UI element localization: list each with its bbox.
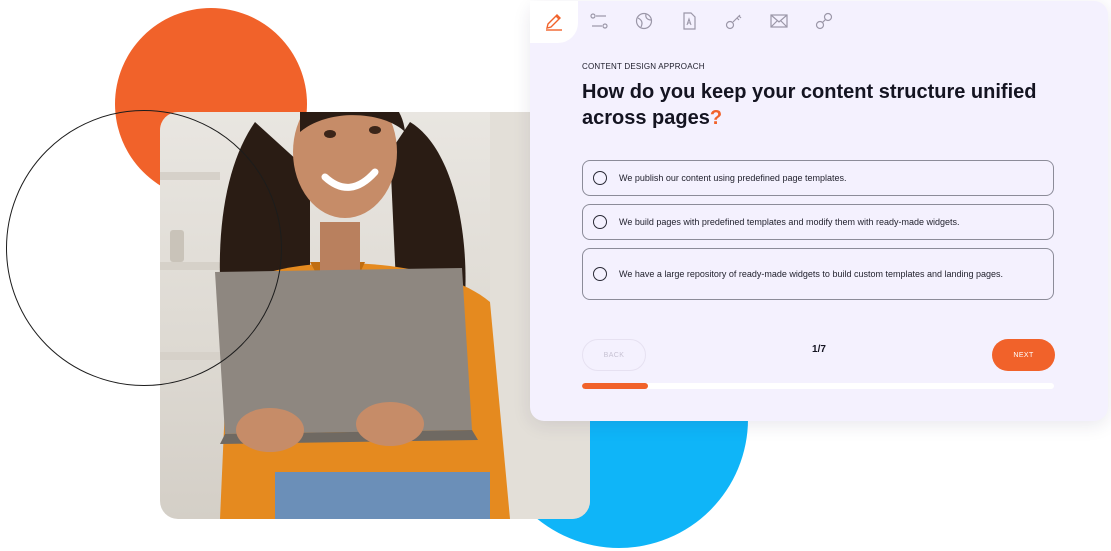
next-button[interactable]: NEXT	[992, 339, 1055, 371]
answer-option-label: We have a large repository of ready-made…	[619, 269, 1004, 279]
quiz-card: CONTENT DESIGN APPROACH How do you keep …	[530, 1, 1108, 421]
answer-option-2[interactable]: We build pages with predefined templates…	[582, 204, 1054, 240]
radio-button[interactable]	[593, 215, 607, 229]
back-button[interactable]: BACK	[582, 339, 646, 371]
answer-options: We publish our content using predefined …	[582, 160, 1054, 308]
pencil-icon[interactable]	[542, 9, 566, 33]
progress-bar-fill	[582, 383, 649, 389]
question-mark: ?	[709, 107, 723, 129]
globe-icon[interactable]	[632, 9, 656, 33]
radio-button[interactable]	[593, 171, 607, 185]
step-indicator	[542, 9, 857, 33]
section-eyebrow: CONTENT DESIGN APPROACH	[582, 62, 705, 71]
quiz-question: How do you keep your content structure u…	[582, 79, 1082, 131]
answer-option-label: We build pages with predefined templates…	[619, 217, 960, 227]
document-icon[interactable]	[677, 9, 701, 33]
answer-option-3[interactable]: We have a large repository of ready-made…	[582, 248, 1054, 300]
envelope-icon[interactable]	[767, 9, 791, 33]
decorative-outline-circle	[6, 110, 282, 386]
question-text: How do you keep your content structure u…	[582, 81, 1037, 129]
radio-button[interactable]	[593, 267, 607, 281]
answer-option-label: We publish our content using predefined …	[619, 173, 847, 183]
layout-flow-icon[interactable]	[587, 9, 611, 33]
progress-bar	[582, 383, 1054, 389]
answer-option-1[interactable]: We publish our content using predefined …	[582, 160, 1054, 196]
link-icon[interactable]	[812, 9, 836, 33]
step-counter: 1/7	[812, 344, 826, 355]
key-icon[interactable]	[722, 9, 746, 33]
